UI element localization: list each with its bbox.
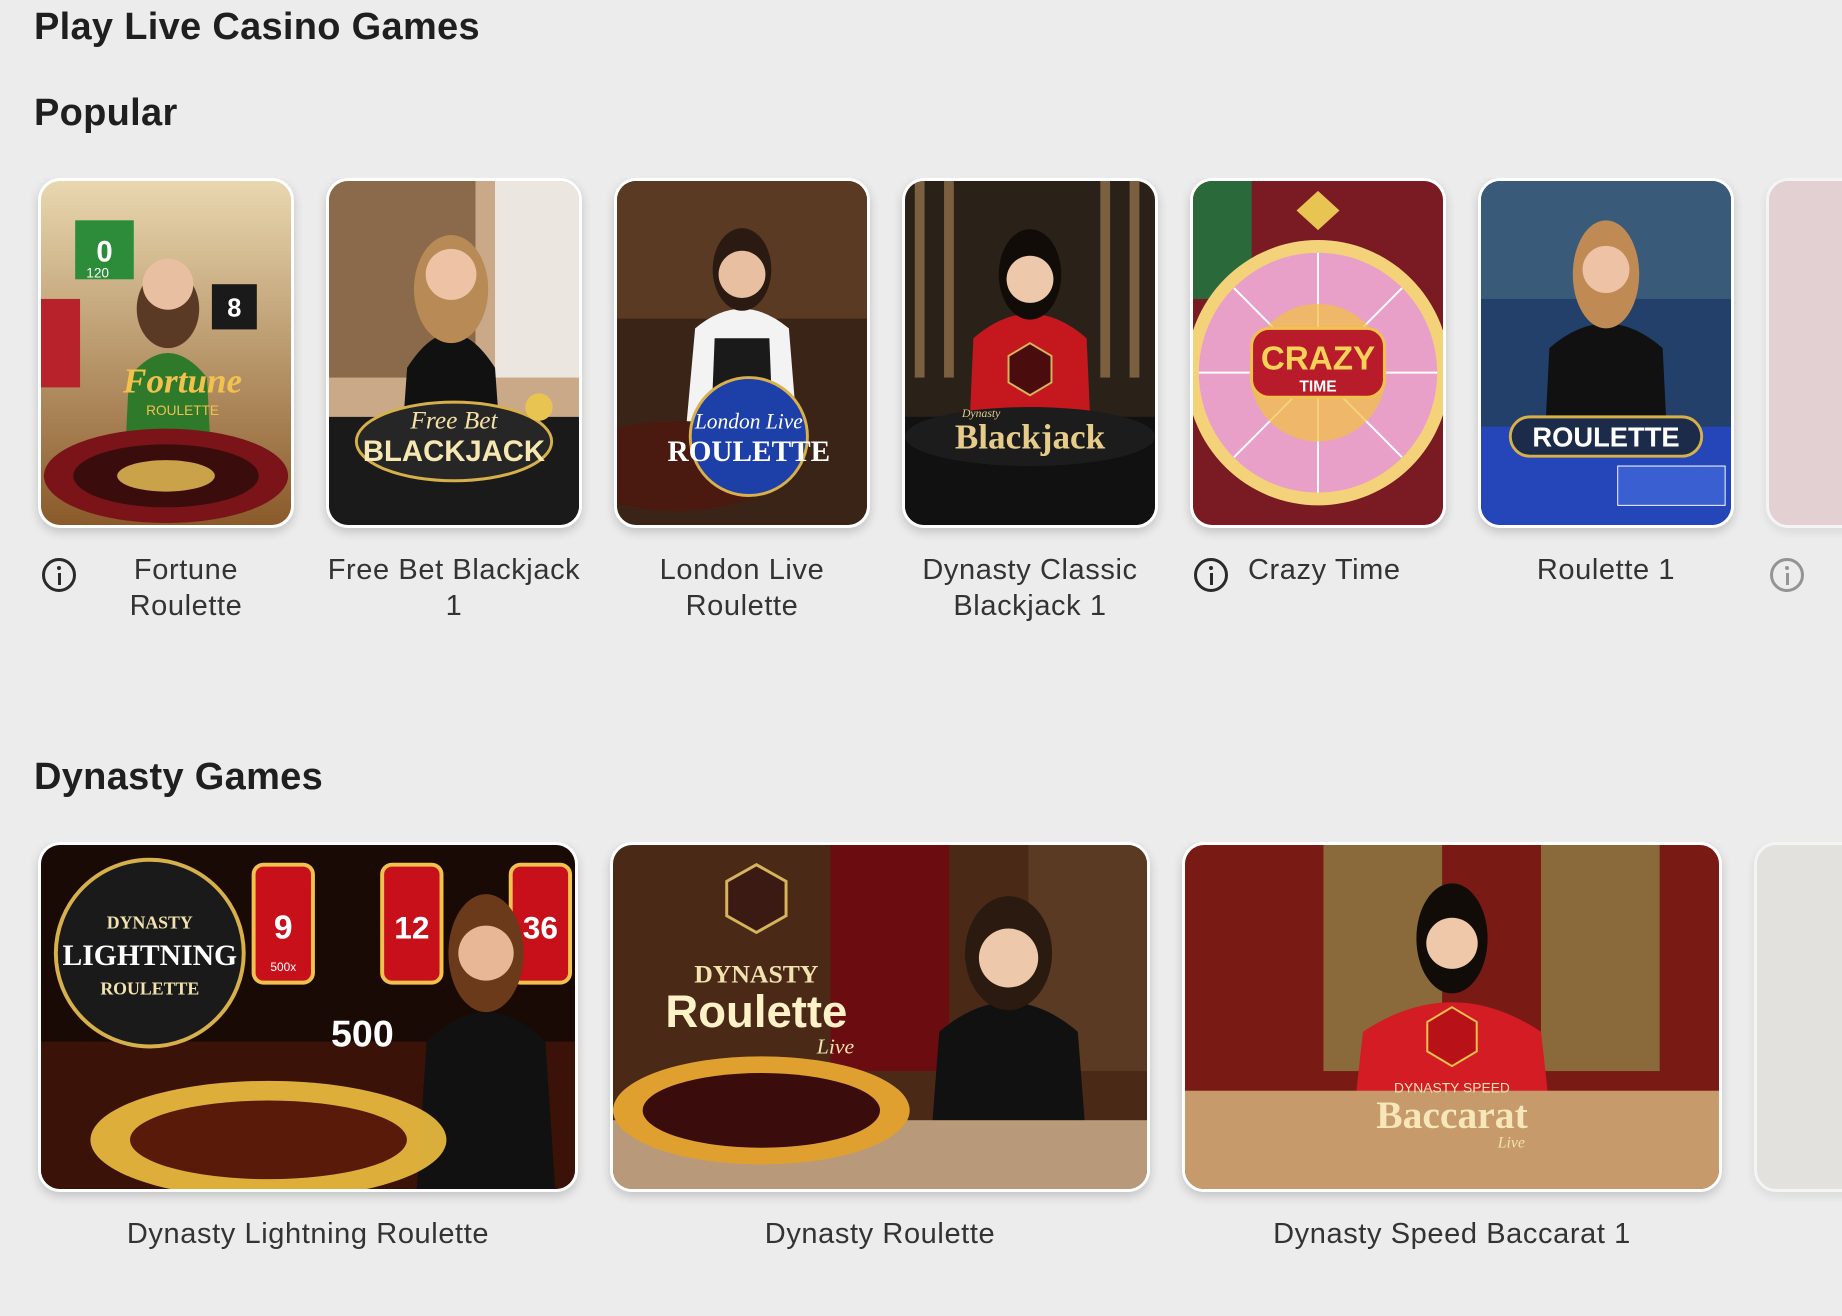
game-card-roulette-1[interactable]: ROULETTE Roulette 1 [1478,178,1734,586]
game-card-london-live-roulette[interactable]: London Live ROULETTE London Live Roulett… [614,178,870,622]
thumb-number: 9 [274,909,293,946]
game-card-free-bet-blackjack[interactable]: Free Bet BLACKJACK Free Bet Blackjack 1 [326,178,582,622]
thumb-logo-lightning: LIGHTNING [62,940,237,972]
dynasty-classic-blackjack-image: Dynasty Blackjack [905,181,1155,525]
london-live-roulette-image: London Live ROULETTE [617,181,867,525]
thumb-logo-blackjack: Blackjack [955,417,1106,456]
game-thumbnail[interactable]: CRAZY TIME [1190,178,1446,528]
thumb-logo-fortune: Fortune [122,361,242,400]
dynasty-games-row: 9 500x 12 36 DYNASTY LIGHTNING ROULETTE … [0,842,1842,1272]
game-thumbnail[interactable]: 9 500x 12 36 DYNASTY LIGHTNING ROULETTE … [38,842,578,1192]
thumb-number-0: 0 [96,236,112,269]
game-thumbnail[interactable] [1766,178,1842,528]
dynasty-lightning-roulette-image: 9 500x 12 36 DYNASTY LIGHTNING ROULETTE … [41,845,575,1189]
game-title[interactable]: London Live Roulette [614,552,870,624]
game-title[interactable]: Free Bet Blackjack 1 [326,552,582,624]
game-card-partial[interactable] [1754,842,1842,1192]
roulette-1-image: ROULETTE [1481,181,1731,525]
game-thumbnail[interactable]: DYNASTY Roulette Live [610,842,1150,1192]
game-title[interactable]: Crazy Time [1248,552,1418,588]
game-thumbnail[interactable]: DYNASTY SPEED Baccarat Live [1182,842,1722,1192]
game-thumbnail[interactable]: Dynasty Blackjack [902,178,1158,528]
game-thumbnail[interactable] [1754,842,1842,1192]
thumb-logo-roulette: ROULETTE [667,436,830,468]
popular-games-row: 0 120 8 Fortune ROULETTE Fortune Roulett… [0,178,1842,638]
game-title[interactable]: Dynasty Roulette [610,1216,1150,1252]
info-icon[interactable] [1770,558,1804,592]
game-card-dynasty-lightning-roulette[interactable]: 9 500x 12 36 DYNASTY LIGHTNING ROULETTE … [38,842,578,1250]
thumb-multiplier-small: 500x [270,960,296,974]
game-card-dynasty-speed-baccarat[interactable]: DYNASTY SPEED Baccarat Live Dynasty Spee… [1182,842,1722,1250]
section-title-dynasty-games: Dynasty Games [34,756,324,798]
thumb-logo-sub: Free Bet [409,406,498,435]
game-thumbnail[interactable]: Free Bet BLACKJACK [326,178,582,528]
game-thumbnail[interactable]: ROULETTE [1478,178,1734,528]
game-title[interactable]: Dynasty Lightning Roulette [38,1216,578,1252]
info-icon[interactable] [1194,558,1228,592]
thumb-number: 36 [523,909,558,945]
dynasty-roulette-image: DYNASTY Roulette Live [613,845,1147,1189]
thumb-logo-sub: DYNASTY [694,960,819,989]
game-thumbnail[interactable]: 0 120 8 Fortune ROULETTE [38,178,294,528]
thumb-logo-blackjack: BLACKJACK [363,435,545,468]
thumb-logo-baccarat: Baccarat [1376,1093,1528,1137]
thumb-logo-fortune-sub: ROULETTE [146,403,219,418]
section-title-popular: Popular [34,92,178,134]
game-card-fortune-roulette[interactable]: 0 120 8 Fortune ROULETTE Fortune Roulett… [38,178,294,622]
thumb-multiplier: 500 [331,1013,394,1055]
thumb-logo-sub2: Live [816,1034,855,1058]
free-bet-blackjack-image: Free Bet BLACKJACK [329,181,579,525]
thumb-logo-sub: London Live [694,410,803,434]
game-card-dynasty-roulette[interactable]: DYNASTY Roulette Live Dynasty Roulette [610,842,1150,1250]
crazy-time-image: CRAZY TIME [1193,181,1443,525]
game-card-partial[interactable] [1766,178,1842,592]
info-icon[interactable] [42,558,76,592]
thumb-logo-crazy: CRAZY [1261,341,1375,378]
live-casino-page: Play Live Casino Games Popular 0 120 8 F… [0,0,1842,1316]
game-title[interactable]: Roulette 1 [1478,552,1734,588]
thumb-logo-sub2: Live [1497,1135,1525,1152]
game-title[interactable]: Dynasty Classic Blackjack 1 [902,552,1158,624]
thumb-logo-sub2: ROULETTE [100,978,199,998]
thumb-logo-roulette: ROULETTE [1532,421,1679,452]
game-card-dynasty-classic-blackjack[interactable]: Dynasty Blackjack Dynasty Classic Blackj… [902,178,1158,622]
page-title: Play Live Casino Games [34,6,480,48]
game-title[interactable]: Fortune Roulette [96,552,276,624]
thumb-logo-sub: DYNASTY [107,913,193,933]
thumb-logo-time: TIME [1299,378,1336,395]
thumb-logo-roulette: Roulette [665,986,847,1037]
game-title[interactable]: Dynasty Speed Baccarat 1 [1182,1216,1722,1252]
dynasty-speed-baccarat-image: DYNASTY SPEED Baccarat Live [1185,845,1719,1189]
thumb-number-120: 120 [86,265,109,280]
thumb-number-8: 8 [227,295,241,323]
game-card-crazy-time[interactable]: CRAZY TIME Crazy Time [1190,178,1446,592]
thumb-number: 12 [394,909,429,945]
fortune-roulette-image: 0 120 8 Fortune ROULETTE [41,181,291,525]
game-thumbnail[interactable]: London Live ROULETTE [614,178,870,528]
